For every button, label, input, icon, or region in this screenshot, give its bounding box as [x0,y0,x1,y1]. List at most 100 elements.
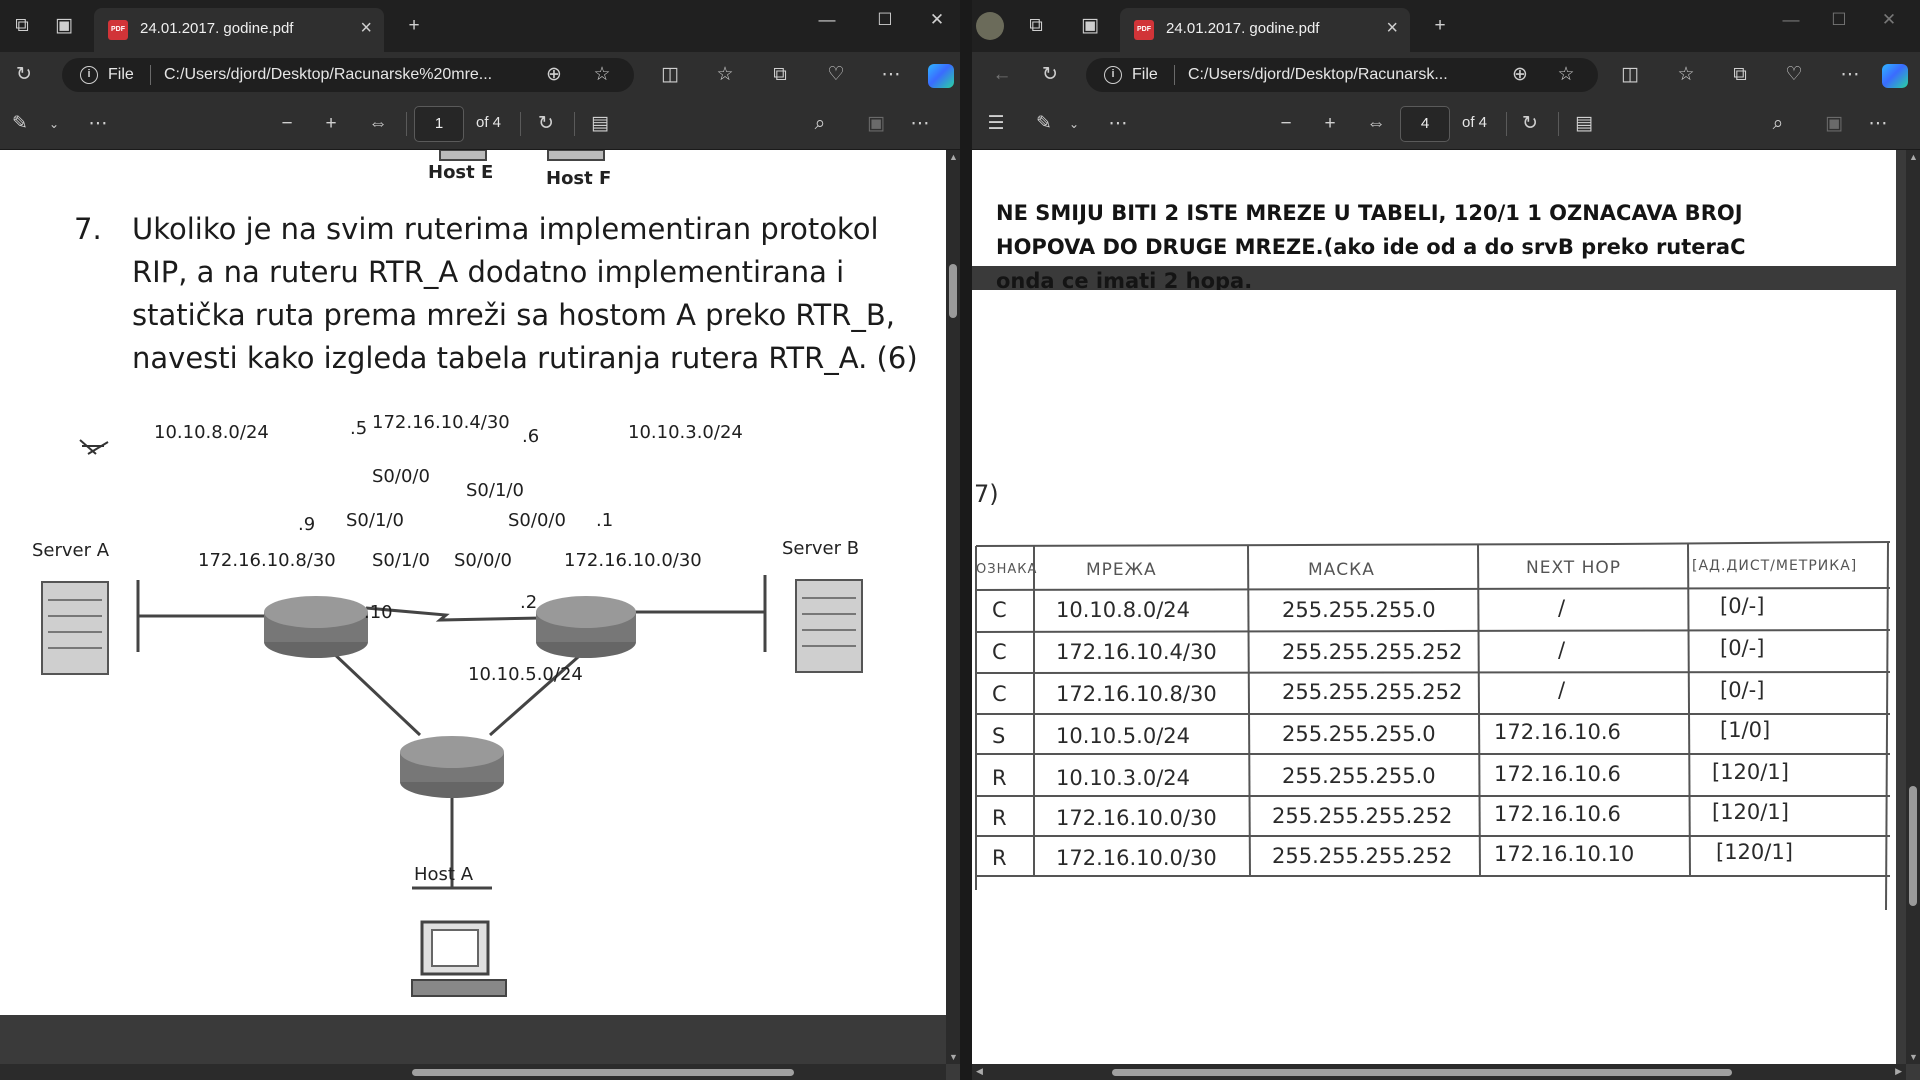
split-screen-icon[interactable]: ◫ [658,63,682,87]
scroll-down-icon[interactable]: ▼ [1909,1052,1918,1062]
zoom-in-icon[interactable]: + [1318,112,1342,136]
url-text[interactable]: C:/Users/djord/Desktop/Racunarsk... [1188,66,1488,84]
horizontal-scrollbar[interactable] [0,1064,946,1080]
server-a-label: Server A [32,540,110,561]
tab-pdf[interactable]: PDF 24.01.2017. godine.pdf × [94,8,384,52]
pdf-file-icon: PDF [108,20,128,40]
table-cell: S [992,724,1006,748]
favorite-star-icon[interactable]: ☆ [590,63,614,87]
profile-avatar-icon[interactable] [976,12,1004,40]
draw-icon[interactable]: ✎ [1032,112,1056,136]
fit-width-icon[interactable]: ⇔ [1364,112,1388,136]
close-tab-icon[interactable]: × [1386,17,1398,40]
draw-icon[interactable]: ✎ [8,112,32,136]
scroll-right-icon[interactable]: ▶ [1895,1066,1902,1077]
address-bar[interactable]: i File C:/Users/djord/Desktop/Racunarsk.… [1086,58,1598,92]
favorite-star-icon[interactable]: ☆ [1554,63,1578,87]
more-menu-icon[interactable]: ⋯ [879,63,903,87]
pdf-viewer[interactable]: NE SMIJU BITI 2 ISTE MREZE U TABELI, 120… [972,150,1920,1080]
table-header: ОЗНАКА [976,562,1038,577]
table-cell: 10.10.3.0/24 [1056,766,1190,790]
new-tab-icon[interactable]: + [1428,14,1452,38]
url-text[interactable]: C:/Users/djord/Desktop/Racunarske%20mre.… [164,66,524,84]
vertical-scroll-thumb[interactable] [1909,786,1917,906]
copilot-icon[interactable] [928,64,954,88]
minimize-icon[interactable]: — [804,0,850,40]
page-view-icon[interactable]: ▤ [588,112,612,136]
new-tab-icon[interactable]: + [402,14,426,38]
pdf-viewer[interactable]: Host E Host F 7. Ukoliko je na svim rute… [0,150,960,1080]
browser-essentials-icon[interactable]: ♡ [1782,63,1806,87]
contents-list-icon[interactable]: ☰ [984,112,1008,136]
favorites-icon[interactable]: ☆ [1674,63,1698,87]
rotate-icon[interactable]: ↻ [534,112,558,136]
maximize-icon[interactable]: ☐ [1816,0,1862,40]
close-window-icon[interactable]: ✕ [914,0,960,40]
zoom-out-icon[interactable]: − [1274,112,1298,136]
scroll-up-icon[interactable]: ▲ [1909,152,1918,162]
table-cell: 172.16.10.6 [1494,802,1621,826]
search-icon[interactable]: ⌕ [808,112,832,136]
table-cell: / [1558,596,1566,620]
refresh-icon[interactable]: ↻ [12,63,36,87]
address-bar[interactable]: i File C:/Users/djord/Desktop/Racunarske… [62,58,634,92]
scroll-up-icon[interactable]: ▲ [949,152,958,162]
table-header: МАСКА [1308,560,1375,580]
close-window-icon[interactable]: ✕ [1866,0,1912,40]
zoom-icon[interactable]: ⊕ [542,63,566,87]
more-tools-icon[interactable]: ⋯ [86,112,110,136]
page-count: of 4 [1462,114,1488,131]
workspaces-icon[interactable]: ⧉ [10,14,34,38]
horizontal-scroll-thumb[interactable] [1112,1069,1732,1076]
more-tools-icon[interactable]: ⋯ [1106,112,1130,136]
net-top-label: 172.16.10.4/30 [372,412,510,433]
browser-essentials-icon[interactable]: ♡ [824,63,848,87]
page-number-input[interactable]: 4 [1400,106,1450,142]
workspaces-icon[interactable]: ⧉ [1024,14,1048,38]
save-icon: ▣ [867,113,885,134]
question-line: navesti kako izgleda tabela rutiranja ru… [132,341,918,375]
zoom-in-icon[interactable]: + [319,112,343,136]
more-options-icon[interactable]: ⋯ [908,112,932,136]
maximize-icon[interactable]: ☐ [862,0,908,40]
table-cell: [0/-] [1720,594,1765,618]
vertical-scrollbar[interactable]: ▲ ▼ [946,150,960,1064]
site-info-icon[interactable]: i [80,66,98,84]
tab-actions-icon[interactable]: ▣ [1078,14,1102,38]
url-scheme: File [108,66,134,83]
question-number: 7. [74,212,102,246]
site-info-icon[interactable]: i [1104,66,1122,84]
search-icon[interactable]: ⌕ [1766,112,1790,136]
collections-icon[interactable]: ⧉ [1728,63,1752,87]
zoom-icon[interactable]: ⊕ [1508,63,1532,87]
tab-actions-icon[interactable]: ▣ [52,14,76,38]
table-cell: 172.16.10.0/30 [1056,806,1217,830]
vertical-scrollbar[interactable]: ▲ ▼ [1906,150,1920,1064]
page-view-icon[interactable]: ▤ [1572,112,1596,136]
draw-options-chevron-icon[interactable]: ⌄ [1062,112,1086,136]
fit-width-icon[interactable]: ⇔ [366,112,390,136]
zoom-out-icon[interactable]: − [275,112,299,136]
collections-icon[interactable]: ⧉ [768,63,792,87]
refresh-icon[interactable]: ↻ [1038,63,1062,87]
draw-options-chevron-icon[interactable]: ⌄ [42,112,66,136]
minimize-icon[interactable]: — [1768,0,1814,40]
table-cell: R [992,806,1007,830]
more-menu-icon[interactable]: ⋯ [1838,63,1862,87]
split-screen-icon[interactable]: ◫ [1618,63,1642,87]
net-ac-label: 172.16.10.8/30 [198,550,336,571]
scroll-left-icon[interactable]: ◀ [976,1066,983,1077]
rotate-icon[interactable]: ↻ [1518,112,1542,136]
favorites-icon[interactable]: ☆ [713,63,737,87]
horizontal-scroll-thumb[interactable] [412,1069,794,1076]
pdf-file-icon: PDF [1134,20,1154,40]
vertical-scroll-thumb[interactable] [949,264,957,318]
server-b-icon [795,579,863,673]
horizontal-scrollbar[interactable]: ◀ ▶ [972,1064,1906,1080]
more-options-icon[interactable]: ⋯ [1866,112,1890,136]
page-number-input[interactable]: 1 [414,106,464,142]
tab-pdf[interactable]: PDF 24.01.2017. godine.pdf × [1120,8,1410,52]
copilot-icon[interactable] [1882,64,1908,88]
scroll-down-icon[interactable]: ▼ [949,1052,958,1062]
close-tab-icon[interactable]: × [360,17,372,40]
